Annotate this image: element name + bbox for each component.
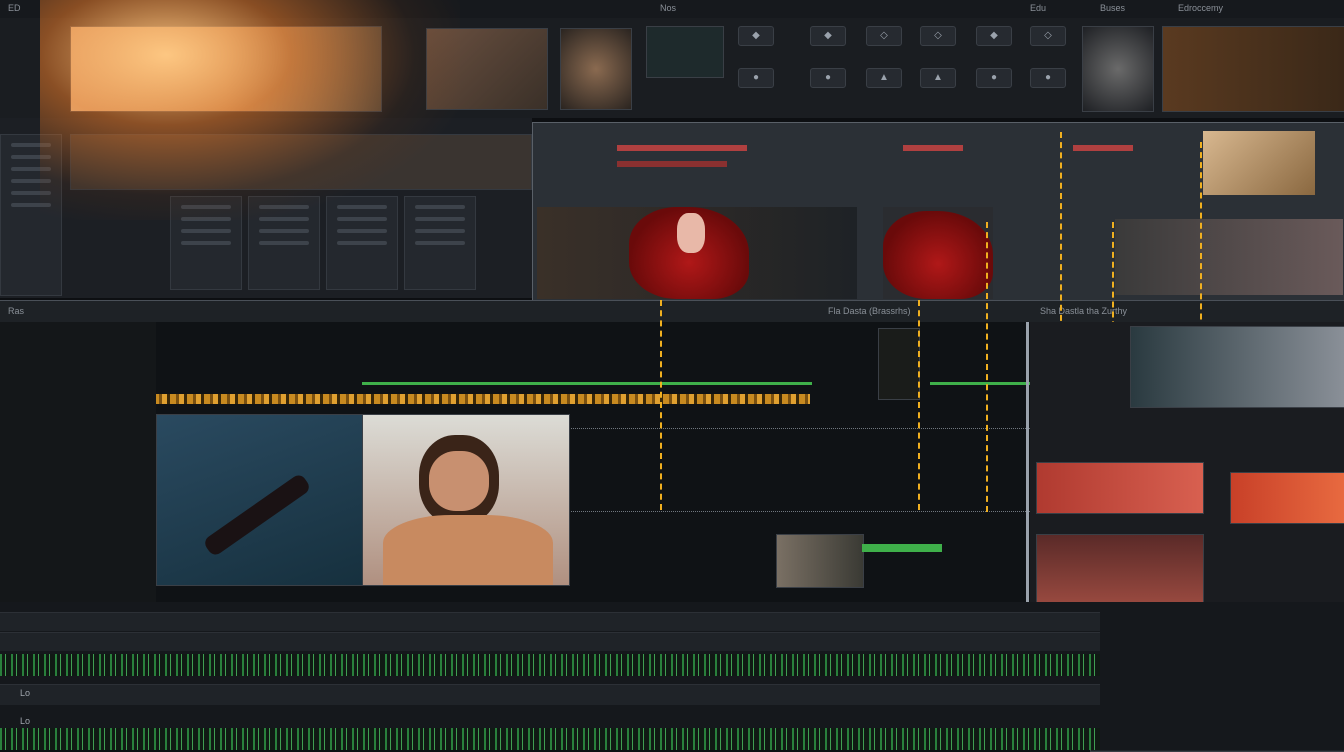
audio-waveform[interactable] <box>0 728 1100 750</box>
video-clip[interactable] <box>776 534 864 588</box>
video-frame[interactable] <box>883 207 993 299</box>
effect-button[interactable]: ● <box>1030 68 1066 88</box>
track-label: Lo <box>20 688 31 698</box>
viewer-marker <box>903 145 963 151</box>
timecode-label: Ras <box>8 306 25 316</box>
effect-button[interactable]: ◆ <box>810 26 846 46</box>
marker-line <box>918 300 920 510</box>
menu-item[interactable]: ED <box>8 3 21 13</box>
menu-bar: ED Nos Edu Buses Edroccemy <box>0 0 1344 19</box>
effect-button[interactable]: ◇ <box>920 26 956 46</box>
effect-button[interactable]: ◆ <box>738 26 774 46</box>
audio-waveform[interactable] <box>0 654 1100 676</box>
track-stack: Lo Lo <box>0 602 1344 750</box>
menu-item[interactable]: Nos <box>660 3 676 13</box>
media-thumbnail[interactable] <box>1082 26 1154 112</box>
effect-button[interactable]: ◆ <box>976 26 1012 46</box>
track-label: Lo <box>20 716 31 726</box>
audio-level <box>362 382 812 385</box>
video-clip[interactable] <box>1130 326 1344 408</box>
face-image <box>429 451 489 511</box>
sequence-label: Fla Dasta (Brassrhs) <box>828 306 911 316</box>
effect-button[interactable]: ● <box>976 68 1012 88</box>
sidebar-list[interactable] <box>0 134 62 296</box>
project-card[interactable] <box>326 196 398 290</box>
viewer-marker <box>617 145 747 151</box>
audio-track[interactable] <box>0 684 1100 705</box>
effect-button[interactable]: ● <box>738 68 774 88</box>
program-viewer <box>532 122 1344 304</box>
video-clip[interactable] <box>156 414 364 586</box>
track-panel <box>0 322 156 602</box>
preview-thumbnail[interactable] <box>646 26 724 78</box>
video-track[interactable] <box>0 632 1100 651</box>
video-frame[interactable] <box>537 207 857 299</box>
video-frame[interactable] <box>1115 219 1343 295</box>
audio-level <box>862 544 942 552</box>
menu-item[interactable]: Buses <box>1100 3 1125 13</box>
video-clip[interactable] <box>1230 472 1344 524</box>
red-cloth-image <box>883 211 993 299</box>
media-browser-panel: ◆ ◆ ◇ ◇ ◆ ◇ ● ● ▲ ▲ ● ● <box>0 18 1344 118</box>
project-panel <box>0 118 532 298</box>
video-clip[interactable] <box>362 414 570 586</box>
effect-button[interactable]: ▲ <box>920 68 956 88</box>
project-card[interactable] <box>404 196 476 290</box>
effect-button[interactable]: ▲ <box>866 68 902 88</box>
effect-button[interactable]: ◇ <box>1030 26 1066 46</box>
video-track[interactable] <box>0 612 1100 631</box>
viewer-marker <box>1073 145 1133 151</box>
timeline-ruler[interactable]: Ras Fla Dasta (Brassrhs) Sha Dastla tha … <box>0 300 1344 324</box>
bottle-image <box>202 472 312 558</box>
video-clip[interactable] <box>878 328 920 400</box>
project-card[interactable] <box>248 196 320 290</box>
menu-item[interactable]: Edroccemy <box>1178 3 1223 13</box>
media-thumbnail[interactable] <box>70 26 382 112</box>
video-clip[interactable] <box>1036 462 1204 514</box>
menu-item[interactable]: Edu <box>1030 3 1046 13</box>
hand-image <box>677 213 705 253</box>
effect-button[interactable]: ◇ <box>866 26 902 46</box>
viewer-marker <box>617 161 727 167</box>
marker-line <box>660 300 662 510</box>
project-card[interactable] <box>170 196 242 290</box>
media-thumbnail[interactable] <box>1162 26 1344 112</box>
effect-button[interactable]: ● <box>810 68 846 88</box>
marker-line <box>986 222 988 512</box>
media-thumbnail[interactable] <box>560 28 632 110</box>
video-frame[interactable] <box>1203 131 1315 195</box>
body-image <box>383 515 553 585</box>
project-bin[interactable] <box>70 134 532 190</box>
video-clip[interactable] <box>1036 534 1204 606</box>
media-thumbnail[interactable] <box>426 28 548 110</box>
